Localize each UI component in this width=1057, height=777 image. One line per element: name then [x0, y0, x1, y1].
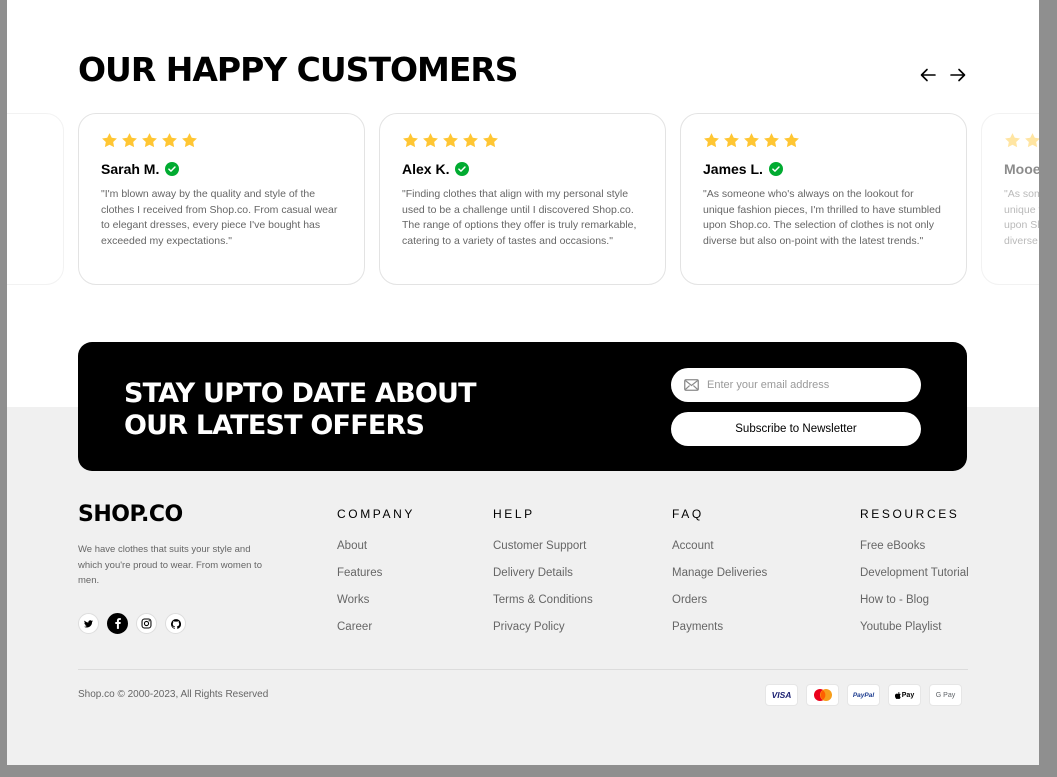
paypal-icon: PayPal — [847, 684, 880, 706]
star-icon — [1005, 133, 1020, 148]
newsletter-banner: STAY UPTO DATE ABOUT OUR LATEST OFFERS S… — [78, 342, 967, 471]
footer-divider — [78, 669, 968, 670]
section-title: OUR HAPPY CUSTOMERS — [78, 50, 519, 89]
footer-link[interactable]: Payments — [672, 621, 767, 648]
footer-link[interactable]: Free eBooks — [860, 540, 969, 567]
review-card: Alex K. "Finding clothes that align with… — [379, 113, 666, 285]
twitter-icon[interactable] — [78, 613, 99, 634]
applepay-icon: Pay — [888, 684, 921, 706]
footer-link[interactable]: Terms & Conditions — [493, 594, 593, 621]
applepay-label: Pay — [901, 691, 915, 699]
email-field[interactable] — [671, 368, 921, 402]
star-icon — [784, 133, 799, 148]
review-text: "Finding clothes that align with my pers… — [402, 188, 637, 248]
review-card-partial-right: Mooen "As someone who's always on the lo… — [981, 113, 1039, 285]
gpay-icon: G Pay — [929, 684, 962, 706]
email-input[interactable] — [707, 379, 907, 391]
reviewer: James L. — [703, 160, 944, 178]
star-icon — [142, 133, 157, 148]
footer-column-help: HELP Customer Support Delivery Details T… — [493, 507, 593, 648]
footer-link[interactable]: Manage Deliveries — [672, 567, 767, 594]
footer-link[interactable]: Youtube Playlist — [860, 621, 969, 648]
star-icon — [483, 133, 498, 148]
newsletter-title-line: OUR LATEST OFFERS — [124, 410, 425, 441]
reviewer-name: Mooen — [1004, 161, 1039, 177]
instagram-icon[interactable] — [136, 613, 157, 634]
footer-link[interactable]: Development Tutorial — [860, 567, 969, 594]
star-icon — [443, 133, 458, 148]
star-icon — [704, 133, 719, 148]
footer-link[interactable]: Customer Support — [493, 540, 593, 567]
reviewer: Alex K. — [402, 160, 643, 178]
review-text: "As someone who's always on the lookout … — [703, 188, 941, 248]
footer-link[interactable]: About — [337, 540, 415, 567]
subscribe-button[interactable]: Subscribe to Newsletter — [671, 412, 921, 446]
reviewer-name: Alex K. — [402, 161, 450, 177]
star-icon — [764, 133, 779, 148]
column-title: RESOURCES — [860, 507, 960, 521]
review-text: "As someone who's always on the lookout … — [1004, 188, 1039, 248]
check-circle-icon — [455, 162, 470, 176]
payment-methods: VISA PayPal Pay G Pay — [765, 684, 962, 706]
footer-link[interactable]: Works — [337, 594, 415, 621]
envelope-icon — [684, 379, 699, 391]
footer-link[interactable]: Account — [672, 540, 767, 567]
carousel-nav — [919, 64, 967, 86]
star-icon — [102, 133, 117, 148]
footer-link[interactable]: How to - Blog — [860, 594, 969, 621]
footer-link[interactable]: Career — [337, 621, 415, 648]
star-rating — [703, 132, 944, 150]
star-icon — [122, 133, 137, 148]
newsletter-title: STAY UPTO DATE ABOUT OUR LATEST OFFERS — [124, 378, 477, 442]
star-rating — [402, 132, 643, 150]
star-icon — [162, 133, 177, 148]
arrow-right-icon[interactable] — [949, 64, 967, 86]
review-card-partial-left — [7, 113, 64, 285]
footer-column-resources: RESOURCES Free eBooks Development Tutori… — [860, 507, 969, 648]
footer-column-company: COMPANY About Features Works Career — [337, 507, 415, 648]
mastercard-icon — [806, 684, 839, 706]
brand-description: We have clothes that suits your style an… — [78, 544, 262, 586]
review-card: James L. "As someone who's always on the… — [680, 113, 967, 285]
review-text: "I'm blown away by the quality and style… — [101, 188, 338, 248]
check-circle-icon — [768, 162, 783, 176]
reviewer: Sarah M. — [101, 160, 342, 178]
column-title: HELP — [493, 507, 535, 521]
star-icon — [403, 133, 418, 148]
star-rating — [101, 132, 342, 150]
star-icon — [423, 133, 438, 148]
star-icon — [463, 133, 478, 148]
column-title: FAQ — [672, 507, 704, 521]
footer-link[interactable]: Features — [337, 567, 415, 594]
column-title: COMPANY — [337, 507, 415, 521]
footer-column-faq: FAQ Account Manage Deliveries Orders Pay… — [672, 507, 767, 648]
star-rating — [1004, 132, 1039, 150]
visa-icon: VISA — [765, 684, 798, 706]
star-icon — [744, 133, 759, 148]
reviewer-name: James L. — [703, 161, 763, 177]
arrow-left-icon[interactable] — [919, 64, 937, 86]
copyright-text: Shop.co © 2000-2023, All Rights Reserved — [78, 689, 269, 700]
star-icon — [182, 133, 197, 148]
facebook-icon[interactable] — [107, 613, 128, 634]
reviewer-name: Sarah M. — [101, 161, 160, 177]
footer-link[interactable]: Delivery Details — [493, 567, 593, 594]
social-links — [78, 613, 186, 634]
github-icon[interactable] — [165, 613, 186, 634]
footer-link[interactable]: Orders — [672, 594, 767, 621]
star-icon — [724, 133, 739, 148]
newsletter-title-line: STAY UPTO DATE ABOUT — [124, 378, 477, 409]
star-icon — [1025, 133, 1039, 148]
page: OUR HAPPY CUSTOMERS Sarah M. "I'm blown … — [7, 0, 1039, 765]
check-circle-icon — [165, 162, 180, 176]
brand-logo[interactable]: SHOP.CO — [78, 502, 183, 527]
review-card: Sarah M. "I'm blown away by the quality … — [78, 113, 365, 285]
footer-link[interactable]: Privacy Policy — [493, 621, 593, 648]
star-rating — [7, 132, 41, 150]
